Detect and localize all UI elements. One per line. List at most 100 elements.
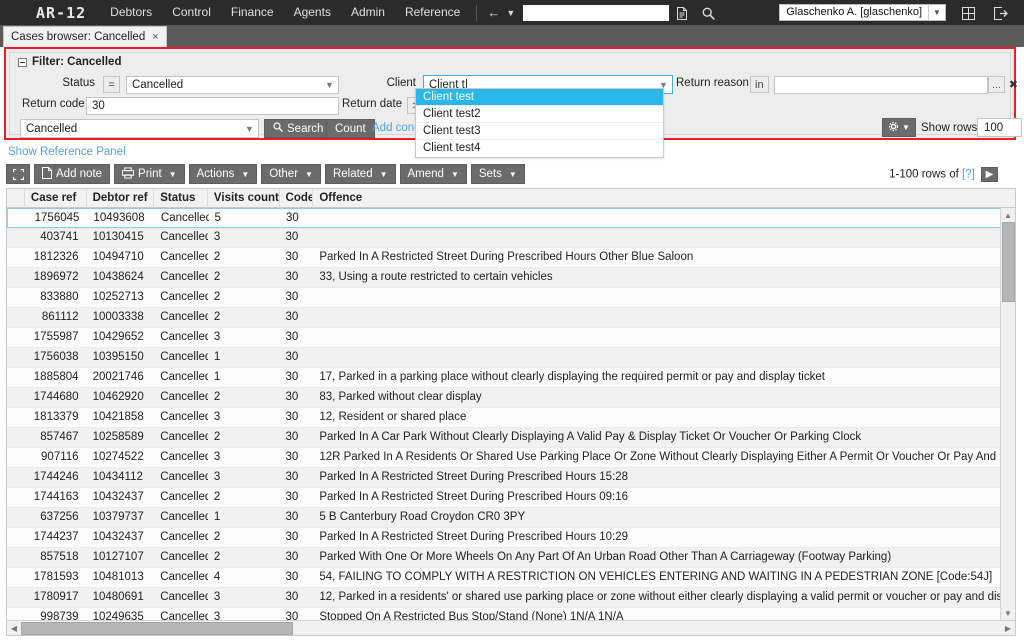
grid-apps-icon[interactable] [955,5,982,21]
search-button[interactable]: Search [264,119,333,138]
nav-item-reference[interactable]: Reference [395,0,470,25]
return-reason-clear-button[interactable]: ✖ [1005,76,1022,93]
show-reference-panel-link[interactable]: Show Reference Panel [8,146,126,158]
search-icon[interactable] [695,5,722,20]
print-button[interactable]: Print ▼ [114,164,185,184]
table-row[interactable]: 1744237 10432437 Cancelled 2 30 Parked In A R… [7,528,1015,548]
nav-item-agents[interactable]: Agents [284,0,341,25]
scroll-down-icon[interactable]: ▼ [1001,606,1015,620]
grid-horizontal-scrollbar[interactable]: ◀ ▶ [7,620,1015,635]
autocomplete-option[interactable]: Client test2 [416,106,663,123]
status-operator-button[interactable]: = [103,76,120,93]
row-selector-cell[interactable] [7,228,25,247]
autocomplete-option[interactable]: Client test [416,89,663,106]
count-button[interactable]: Count [326,119,375,138]
table-row[interactable]: 1781593 10481013 Cancelled 4 30 54, FAILING T… [7,568,1015,588]
grid-header-debtor-ref[interactable]: Debtor ref [87,189,155,208]
table-row[interactable]: 907116 10274522 Cancelled 3 30 12R Parked In … [7,448,1015,468]
global-search-input[interactable] [523,4,670,21]
row-selector-cell[interactable] [8,209,26,228]
table-row[interactable]: 1812326 10494710 Cancelled 2 30 Parked In A R… [7,248,1015,268]
back-arrow-icon[interactable]: ← [483,5,504,20]
tab-cases-browser-cancelled[interactable]: Cases browser: Cancelled × [3,26,167,47]
row-selector-cell[interactable] [7,448,25,467]
document-icon[interactable] [669,5,695,21]
table-row[interactable]: 857518 10127107 Cancelled 2 30 Parked With On… [7,548,1015,568]
table-row[interactable]: 1755987 10429652 Cancelled 3 30 [7,328,1015,348]
return-reason-value-input[interactable] [774,76,988,94]
table-row[interactable]: 1885804 20021746 Cancelled 1 30 17, Parked in… [7,368,1015,388]
grid-vertical-scrollbar[interactable]: ▲ ▼ [1000,208,1015,620]
chevron-down-icon[interactable]: ▼ [321,77,338,93]
filter-preset-select[interactable]: Cancelled ▼ [20,119,259,138]
row-selector-cell[interactable] [7,468,25,487]
return-reason-operator-button[interactable]: in [750,76,769,93]
expand-fullscreen-icon[interactable] [6,164,30,184]
sets-button[interactable]: Sets ▼ [470,164,525,184]
nav-item-debtors[interactable]: Debtors [100,0,162,25]
rows-info-total[interactable]: [?] [962,169,975,181]
row-selector-cell[interactable] [7,368,25,387]
grid-header-offence[interactable]: Offence [313,189,1015,208]
row-selector-cell[interactable] [7,528,25,547]
grid-header-status[interactable]: Status [154,189,208,208]
table-row[interactable]: 1744163 10432437 Cancelled 2 30 Parked In A R… [7,488,1015,508]
grid-header-case-ref[interactable]: Case ref [25,189,87,208]
row-selector-cell[interactable] [7,248,25,267]
row-selector-cell[interactable] [7,308,25,327]
close-icon[interactable]: × [152,31,158,43]
table-row[interactable]: 1744680 10462920 Cancelled 2 30 83, Parked wi… [7,388,1015,408]
chevron-down-icon[interactable]: ▼ [380,170,388,179]
chevron-down-icon[interactable]: ▼ [305,170,313,179]
row-selector-cell[interactable] [7,568,25,587]
row-selector-cell[interactable] [7,288,25,307]
return-code-input[interactable]: 30 [86,97,339,115]
row-selector-cell[interactable] [7,588,25,607]
row-selector-cell[interactable] [7,388,25,407]
nav-item-finance[interactable]: Finance [221,0,284,25]
return-reason-more-button[interactable]: … [988,76,1005,93]
scroll-left-icon[interactable]: ◀ [7,624,21,633]
nav-item-control[interactable]: Control [162,0,221,25]
client-autocomplete-dropdown[interactable]: Client test Client test2 Client test3 Cl… [415,88,664,158]
chevron-down-icon[interactable]: ▼ [902,123,910,132]
nav-item-admin[interactable]: Admin [341,0,395,25]
table-row[interactable]: 403741 10130415 Cancelled 3 30 [7,228,1015,248]
table-row[interactable]: 1813379 10421858 Cancelled 3 30 12, Resident … [7,408,1015,428]
add-note-button[interactable]: Add note [34,164,111,184]
other-button[interactable]: Other ▼ [261,164,321,184]
chevron-down-icon[interactable]: ▼ [504,8,521,18]
user-account-dropdown[interactable]: Glaschenko A. [glaschenko] ▼ [779,4,946,21]
grid-header-visits-count[interactable]: Visits count [208,189,280,208]
row-selector-cell[interactable] [7,348,25,367]
row-selector-cell[interactable] [7,268,25,287]
table-row[interactable]: 833880 10252713 Cancelled 2 30 [7,288,1015,308]
actions-button[interactable]: Actions ▼ [188,164,258,184]
row-selector-cell[interactable] [7,548,25,567]
row-selector-cell[interactable] [7,508,25,527]
chevron-down-icon[interactable]: ▼ [241,121,258,137]
table-row[interactable]: 857467 10258589 Cancelled 2 30 Parked In A Ca… [7,428,1015,448]
chevron-down-icon[interactable]: ▼ [928,5,945,20]
row-selector-cell[interactable] [7,428,25,447]
grid-header-code[interactable]: Code [280,189,314,208]
chevron-down-icon[interactable]: ▼ [451,170,459,179]
table-row[interactable]: 1780917 10480691 Cancelled 3 30 12, Parked in… [7,588,1015,608]
logout-icon[interactable] [987,5,1015,21]
status-value-select[interactable]: Cancelled ▼ [126,76,339,94]
table-row[interactable]: 1744246 10434112 Cancelled 3 30 Parked In A R… [7,468,1015,488]
chevron-down-icon[interactable]: ▼ [509,170,517,179]
table-row[interactable]: 1756038 10395150 Cancelled 1 30 [7,348,1015,368]
row-selector-cell[interactable] [7,328,25,347]
next-page-icon[interactable]: ▶ [981,167,998,182]
scroll-right-icon[interactable]: ▶ [1001,624,1015,633]
collapse-minus-icon[interactable] [18,57,27,67]
row-selector-cell[interactable] [7,488,25,507]
amend-button[interactable]: Amend ▼ [399,164,467,184]
settings-gear-button[interactable]: ▼ [882,118,916,137]
chevron-down-icon[interactable]: ▼ [241,170,249,179]
horizontal-scrollbar-thumb[interactable] [21,621,293,635]
chevron-down-icon[interactable]: ▼ [169,170,177,179]
vertical-scrollbar-thumb[interactable] [1002,222,1015,302]
table-row[interactable]: 637256 10379737 Cancelled 1 30 5 B Canterbury… [7,508,1015,528]
